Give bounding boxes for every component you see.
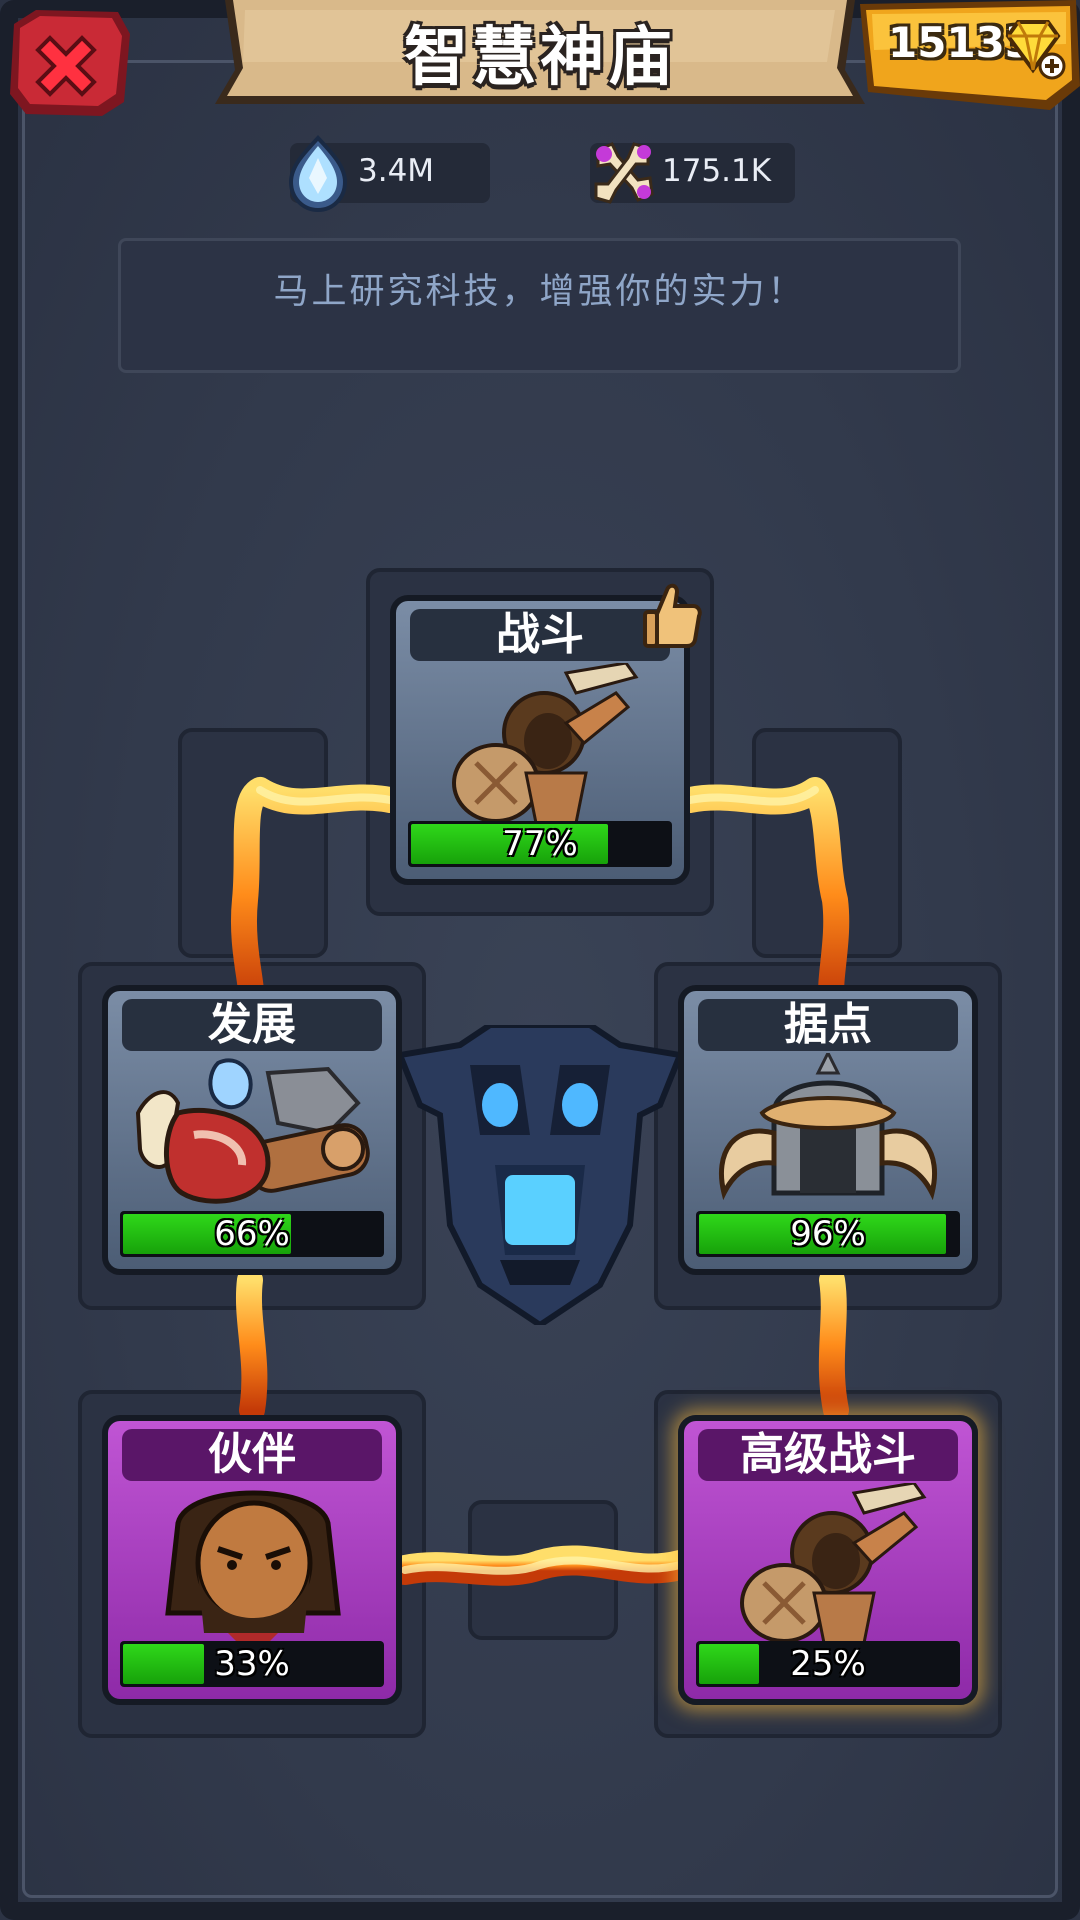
blue-skull-icon — [400, 1025, 680, 1325]
progress-bar: 77% — [408, 821, 672, 867]
tech-card-label: 发展 — [122, 999, 382, 1051]
progress-percent: 25% — [790, 1644, 866, 1684]
tech-card-label: 战斗 — [410, 609, 670, 661]
bearded-hero-portrait-icon — [165, 1490, 341, 1643]
tech-card-label: 据点 — [698, 999, 958, 1051]
progress-bar: 96% — [696, 1211, 960, 1257]
horned-helmet-icon — [718, 1053, 938, 1201]
resources-meat-wood-icon — [135, 1058, 370, 1204]
thumbs-up-icon — [643, 583, 702, 648]
tech-card-stronghold[interactable]: 据点 96% — [678, 985, 978, 1275]
caveman-warrior-icon — [452, 663, 639, 823]
tech-card-label: 高级战斗 — [698, 1429, 958, 1481]
tech-card-label: 伙伴 — [122, 1429, 382, 1481]
progress-bar: 25% — [696, 1641, 960, 1687]
progress-percent: 96% — [790, 1214, 866, 1254]
tech-card-partner[interactable]: 伙伴 33% — [102, 1415, 402, 1705]
progress-bar: 33% — [120, 1641, 384, 1687]
tech-card-development[interactable]: 发展 66% — [102, 985, 402, 1275]
progress-percent: 77% — [502, 824, 578, 864]
progress-percent: 33% — [214, 1644, 290, 1684]
caveman-warrior-icon — [740, 1483, 927, 1643]
tech-card-advanced-combat[interactable]: 高级战斗 25% — [678, 1415, 978, 1705]
progress-bar: 66% — [120, 1211, 384, 1257]
progress-percent: 66% — [214, 1214, 290, 1254]
